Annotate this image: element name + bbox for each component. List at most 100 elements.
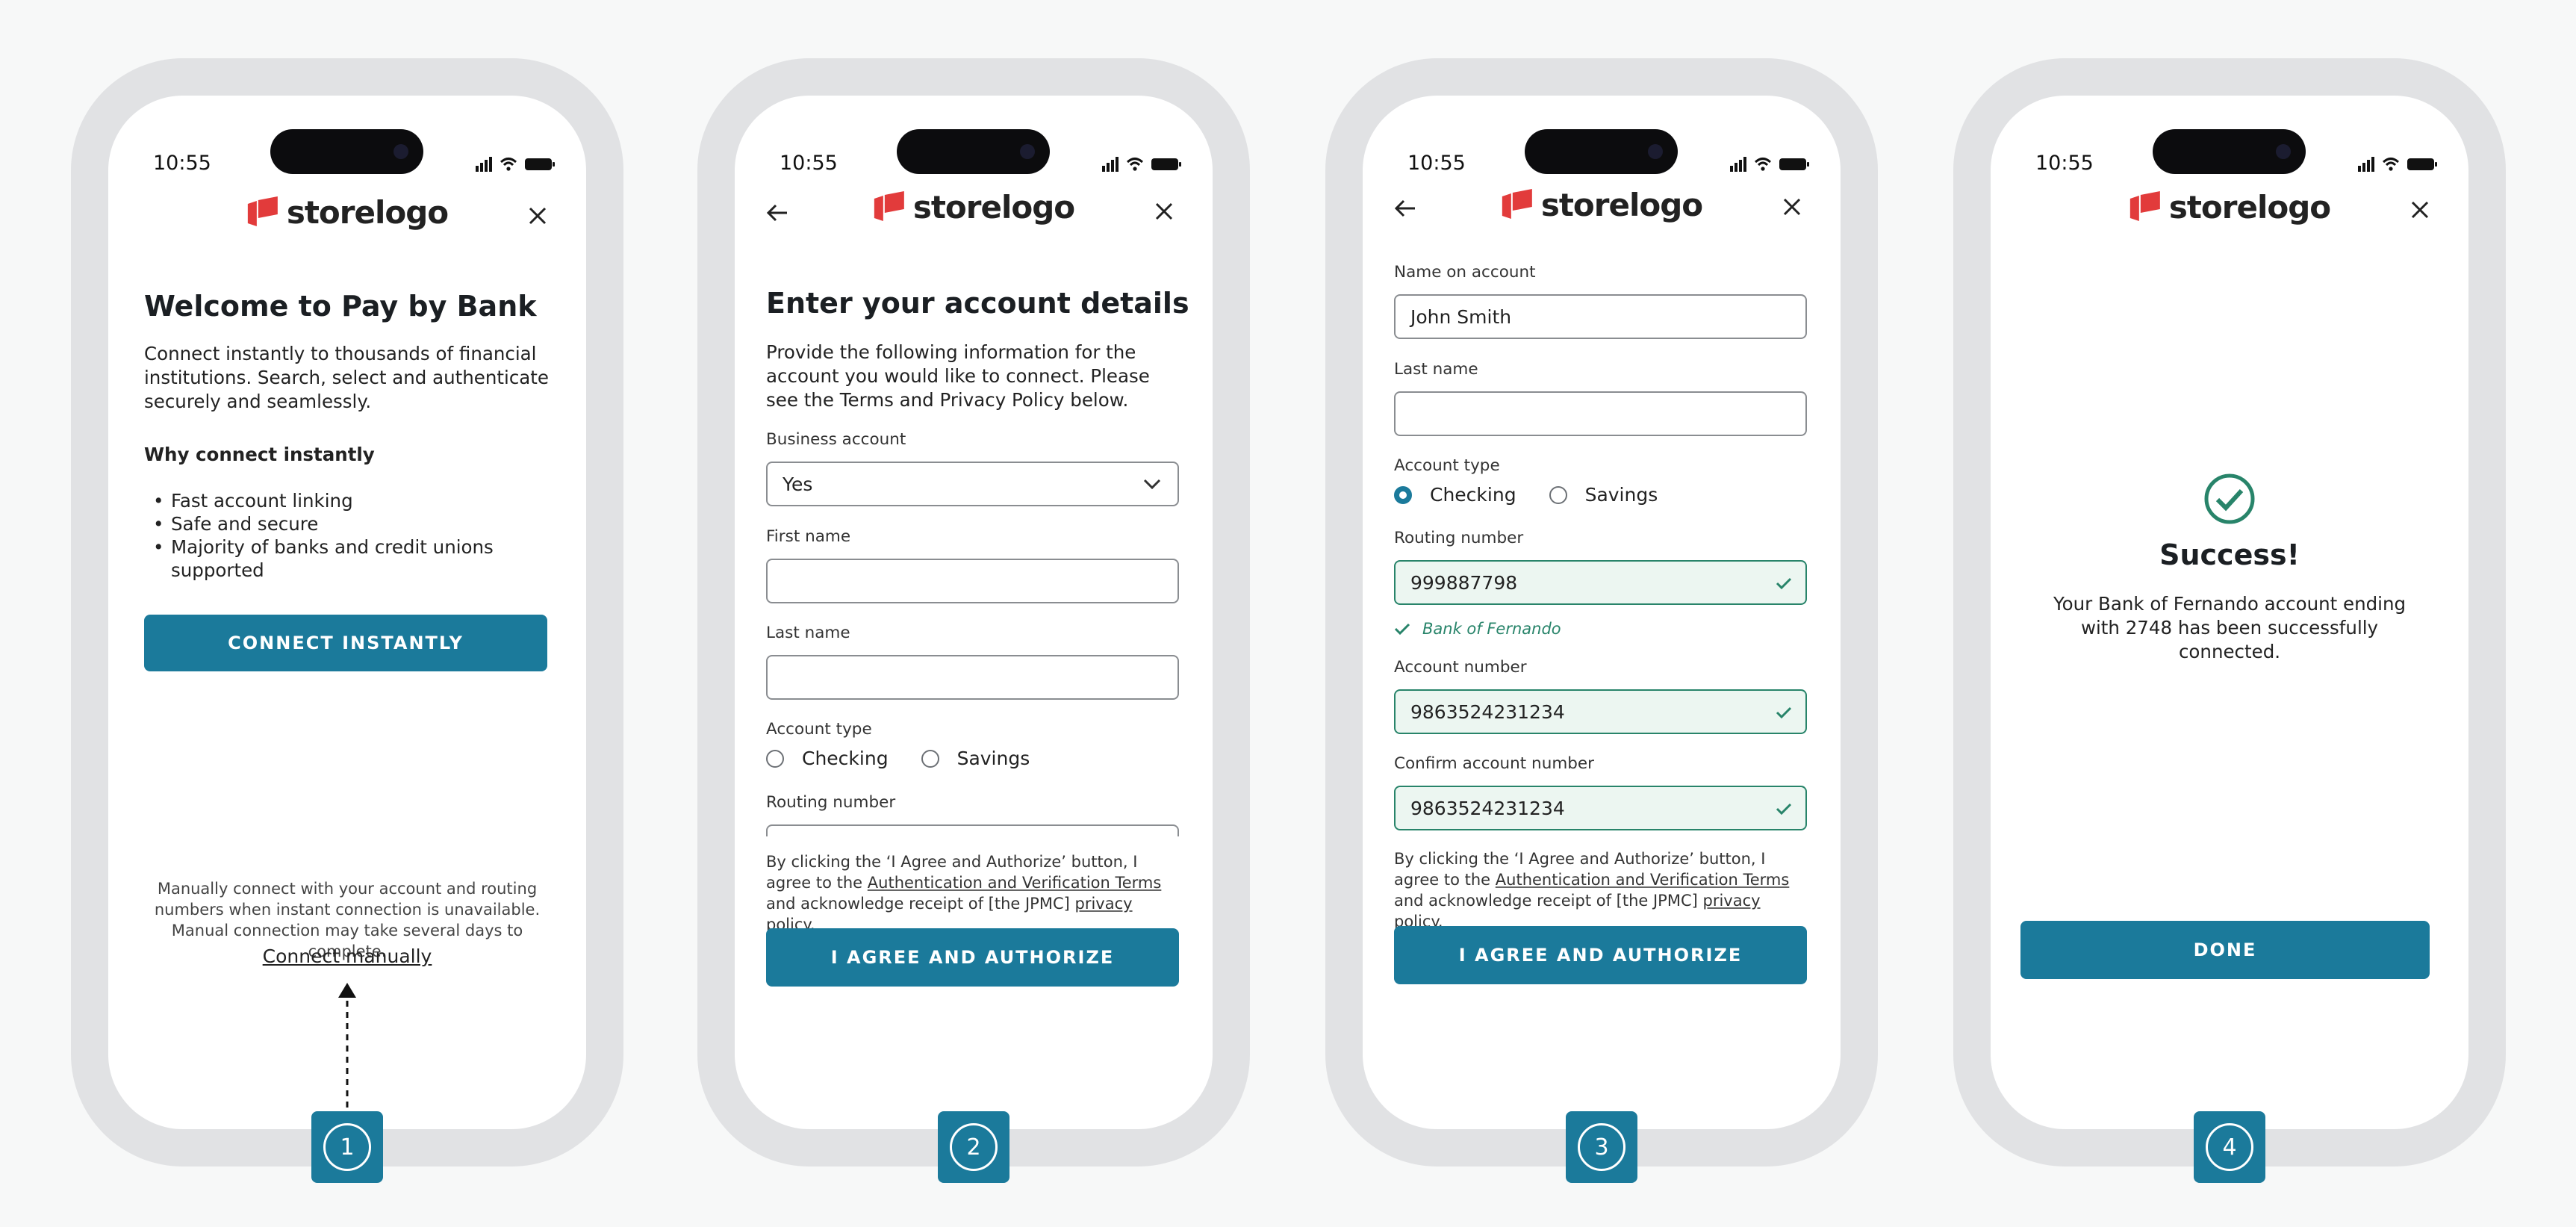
logo-wordmark: storelogo <box>912 189 1075 226</box>
phone-frame-4: 10:55 storelogo Success! Your Bank of Fe… <box>1953 58 2506 1183</box>
status-time: 10:55 <box>780 152 838 175</box>
status-time: 10:55 <box>153 152 211 175</box>
status-bar: 10:55 <box>1991 96 2468 175</box>
last-name-input[interactable] <box>766 655 1179 700</box>
intro-text: Connect instantly to thousands of financ… <box>144 343 549 412</box>
agree-authorize-button[interactable]: I AGREE AND AUTHORIZE <box>1394 926 1807 984</box>
dynamic-island <box>2153 129 2306 174</box>
logo-mark-icon <box>1502 188 1532 219</box>
account-type-radios: Checking Savings <box>766 748 1063 769</box>
done-button[interactable]: DONE <box>2020 921 2430 979</box>
list-item: Majority of banks and credit unions supp… <box>144 535 551 582</box>
last-name-input[interactable] <box>1394 391 1807 436</box>
last-name-label: Last name <box>1394 360 1478 379</box>
check-icon <box>1776 803 1792 816</box>
step-number: 4 <box>2206 1123 2253 1171</box>
radio-savings[interactable]: Savings <box>921 748 1030 769</box>
step-number: 2 <box>950 1123 998 1171</box>
back-arrow-icon[interactable] <box>1394 199 1416 218</box>
radio-checking[interactable]: Checking <box>766 748 889 769</box>
step-badge-4: 4 <box>2194 1111 2265 1183</box>
account-number-input[interactable]: 9863524231234 <box>1394 689 1807 734</box>
dynamic-island <box>270 129 423 174</box>
status-icons <box>2358 157 2437 172</box>
page-title: Enter your account details <box>766 287 1189 320</box>
bank-name: Bank of Fernando <box>1422 620 1561 638</box>
why-heading: Why connect instantly <box>144 444 375 465</box>
screen-account-filled: 10:55 storelogo Name on account John Smi… <box>1363 96 1841 1129</box>
business-account-select[interactable]: Yes <box>766 462 1179 506</box>
chevron-down-icon <box>1143 479 1161 490</box>
store-logo: storelogo <box>246 194 449 231</box>
business-account-value: Yes <box>783 473 813 495</box>
success-check-icon <box>2204 473 2255 524</box>
phone-frame-3: 10:55 storelogo Name on account John Smi… <box>1325 58 1878 1183</box>
terms-link[interactable]: Authentication and Verification Terms <box>1496 871 1790 889</box>
radio-checking[interactable]: Checking <box>1394 484 1516 506</box>
last-name-label: Last name <box>766 624 850 642</box>
logo-mark-icon <box>874 190 904 221</box>
agree-authorize-button[interactable]: I AGREE AND AUTHORIZE <box>766 928 1179 987</box>
status-icons <box>1102 157 1181 172</box>
store-logo: storelogo <box>2129 189 2331 226</box>
routing-number-value: 999887798 <box>1410 572 1518 594</box>
step-badge-1: 1 <box>311 1111 383 1183</box>
step-number: 3 <box>1578 1123 1625 1171</box>
logo-mark-icon <box>247 196 278 226</box>
legal-text: By clicking the ‘I Agree and Authorize’ … <box>1394 850 1790 931</box>
name-on-account-value: John Smith <box>1410 306 1512 328</box>
connect-instantly-button[interactable]: CONNECT INSTANTLY <box>144 615 547 671</box>
logo-mark-icon <box>2129 190 2160 221</box>
close-icon[interactable] <box>1154 202 1174 221</box>
list-item: Safe and secure <box>144 512 551 535</box>
status-icons <box>476 157 555 172</box>
check-icon <box>1776 577 1792 590</box>
screen-account-details: 10:55 storelogo Enter your account detai… <box>735 96 1213 1129</box>
routing-number-label: Routing number <box>1394 529 1524 547</box>
step-number: 1 <box>323 1123 371 1171</box>
first-name-label: First name <box>766 527 851 546</box>
close-icon[interactable] <box>1782 197 1802 217</box>
legal-text: By clicking the ‘I Agree and Authorize’ … <box>766 853 1162 934</box>
routing-number-input[interactable]: 999887798 <box>1394 560 1807 605</box>
confirm-account-value: 9863524231234 <box>1410 798 1565 819</box>
routing-number-input-clipped[interactable] <box>766 824 1179 836</box>
dynamic-island <box>897 129 1050 174</box>
terms-link[interactable]: Authentication and Verification Terms <box>868 874 1162 892</box>
step-badge-2: 2 <box>938 1111 1009 1183</box>
page-title: Welcome to Pay by Bank <box>144 290 537 323</box>
status-icons <box>1730 157 1809 172</box>
benefits-list: Fast account linking Safe and secure Maj… <box>144 489 551 582</box>
phone-frame-1: 10:55 storelogo Welcome to Pay by Bank C… <box>71 58 623 1183</box>
confirm-account-input[interactable]: 9863524231234 <box>1394 786 1807 830</box>
bank-confirmation: Bank of Fernando <box>1394 620 1561 638</box>
success-message: Your Bank of Fernando account ending wit… <box>2053 593 2407 662</box>
store-logo: storelogo <box>873 189 1075 226</box>
close-icon[interactable] <box>528 206 547 226</box>
radio-savings[interactable]: Savings <box>1549 484 1658 506</box>
dynamic-island <box>1525 129 1678 174</box>
connect-manually-label[interactable]: Connect manually <box>263 945 432 967</box>
name-on-account-input[interactable]: John Smith <box>1394 294 1807 339</box>
account-number-label: Account number <box>1394 658 1527 677</box>
check-icon <box>1394 623 1410 636</box>
intro-text: Provide the following information for th… <box>766 341 1150 411</box>
status-time: 10:55 <box>1407 152 1466 175</box>
step-badge-3: 3 <box>1566 1111 1637 1183</box>
first-name-input[interactable] <box>766 559 1179 603</box>
list-item: Fast account linking <box>144 489 551 512</box>
logo-wordmark: storelogo <box>1540 187 1703 223</box>
back-arrow-icon[interactable] <box>766 203 788 223</box>
store-logo: storelogo <box>1501 187 1703 223</box>
status-bar: 10:55 <box>108 96 586 175</box>
phone-frame-2: 10:55 storelogo Enter your account detai… <box>697 58 1250 1183</box>
business-account-label: Business account <box>766 430 906 449</box>
routing-number-label: Routing number <box>766 793 896 812</box>
close-icon[interactable] <box>2410 200 2430 220</box>
screen-welcome: 10:55 storelogo Welcome to Pay by Bank C… <box>108 96 586 1129</box>
account-type-label: Account type <box>766 720 872 739</box>
confirm-account-label: Confirm account number <box>1394 754 1594 773</box>
connect-manually-link[interactable]: Connect manually <box>108 945 586 967</box>
account-number-value: 9863524231234 <box>1410 701 1565 723</box>
account-type-radios: Checking Savings <box>1394 484 1690 506</box>
